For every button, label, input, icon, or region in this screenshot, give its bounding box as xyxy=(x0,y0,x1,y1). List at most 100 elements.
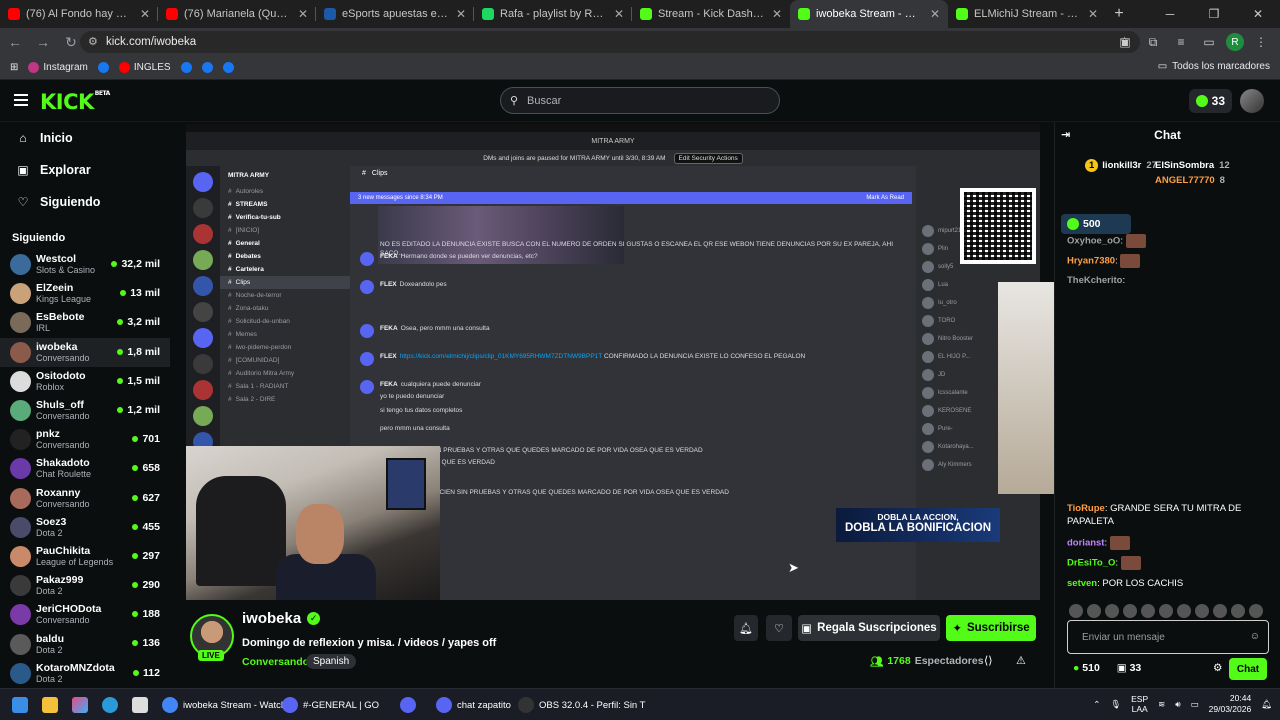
notification-button[interactable]: 🔔︎ xyxy=(734,615,758,641)
settings-icon[interactable]: ⚙ xyxy=(1213,662,1222,674)
bookmark-item[interactable] xyxy=(97,62,109,73)
tab-close-icon[interactable]: ✕ xyxy=(140,7,150,21)
language-tag[interactable]: Spanish xyxy=(306,654,357,669)
browser-tab[interactable]: iwobeka Stream - Watch Liv ✕ xyxy=(790,0,948,28)
emote-bar[interactable] xyxy=(1069,604,1275,618)
chat-username[interactable]: setven xyxy=(1067,578,1097,589)
minimize-icon[interactable]: ─ xyxy=(1148,0,1192,28)
following-item[interactable]: Shuls_off Conversando 1,2 mil xyxy=(0,396,170,425)
taskbar-app[interactable] xyxy=(400,695,416,715)
battery-icon[interactable]: ▭ xyxy=(1191,699,1199,710)
new-tab-button[interactable]: + xyxy=(1106,0,1132,28)
chat-username[interactable]: TioRupe xyxy=(1067,503,1105,514)
extensions-icon[interactable]: ⧉ xyxy=(1142,31,1164,53)
emoji-icon[interactable]: ☺ xyxy=(1250,631,1260,642)
clock[interactable]: 20:44 29/03/2026 xyxy=(1209,693,1252,715)
nav-siguiendo[interactable]: ♡ Siguiendo xyxy=(0,186,170,218)
gift-subs-button[interactable]: ▣ Regala Suscripciones xyxy=(798,615,940,641)
following-item[interactable]: KotaroMNZdota Dota 2 112 xyxy=(0,659,170,688)
following-item[interactable]: ElZeein Kings League 13 mil xyxy=(0,279,170,308)
chat-message[interactable]: TioRupe: GRANDE SERA TU MITRA DE PAPALET… xyxy=(1067,502,1277,528)
bookmark-item[interactable]: INGLES xyxy=(118,62,171,73)
browser-tab[interactable]: Rafa - playlist by Rafaelxared | ✕ xyxy=(474,0,632,28)
following-item[interactable]: Roxanny Conversando 627 xyxy=(0,484,170,513)
wifi-icon[interactable]: ≋ xyxy=(1158,699,1165,710)
leaderboard-entry[interactable]: 1 lionkill3r 27 xyxy=(1085,159,1157,172)
nav-explorar[interactable]: ▣ Explorar xyxy=(0,154,170,186)
tab-close-icon[interactable]: ✕ xyxy=(614,7,624,21)
hamburger-menu-icon[interactable] xyxy=(14,94,28,106)
browser-tab[interactable]: (76) Al Fondo hay Sitio 8: Ferna ✕ xyxy=(0,0,158,28)
leaderboard-entry[interactable]: ANGEL77770 8 xyxy=(1155,175,1225,186)
following-item[interactable]: Westcol Slots & Casino 32,2 mil xyxy=(0,250,170,279)
menu-icon[interactable]: ⋮ xyxy=(1250,31,1272,53)
tab-close-icon[interactable]: ✕ xyxy=(1088,7,1098,21)
browser-tab[interactable]: (76) Marianela (Que Pasa) (Exte ✕ xyxy=(158,0,316,28)
back-icon[interactable]: ← xyxy=(2,29,28,55)
file-explorer-icon[interactable] xyxy=(42,695,58,715)
language-indicator[interactable]: ESP LAA xyxy=(1131,694,1148,714)
following-item[interactable]: Pakaz999 Dota 2 290 xyxy=(0,571,170,600)
mic-icon[interactable]: 🎙︎ xyxy=(1110,699,1121,710)
send-chat-button[interactable]: Chat xyxy=(1229,658,1267,680)
site-info-icon[interactable]: ⚙ xyxy=(88,35,98,48)
subscribe-button[interactable]: ✦ Suscribirse xyxy=(946,615,1036,641)
following-item[interactable]: PauChikita League of Legends 297 xyxy=(0,542,170,571)
close-icon[interactable]: ✕ xyxy=(1236,0,1280,28)
chat-message[interactable]: dorianst: xyxy=(1067,536,1277,550)
following-item[interactable]: EsBebote IRL 3,2 mil xyxy=(0,308,170,337)
following-item[interactable]: Shakadoto Chat Roulette 658 xyxy=(0,454,170,483)
address-bar[interactable]: ⚙ kick.com/iwobeka ☆ xyxy=(80,31,1140,53)
chat-username[interactable]: DrEsiTo_O xyxy=(1067,558,1115,569)
taskbar-app[interactable]: chat zapatito xyxy=(436,695,511,715)
browser-tab[interactable]: Stream - Kick Dashboard ✕ xyxy=(632,0,790,28)
tab-close-icon[interactable]: ✕ xyxy=(772,7,782,21)
copilot-icon[interactable] xyxy=(72,695,88,715)
chat-message[interactable]: setven: POR LOS CACHIS xyxy=(1067,577,1277,590)
nav-inicio[interactable]: ⌂ Inicio xyxy=(0,122,170,154)
chat-username[interactable]: Oxyhoe_oO xyxy=(1067,236,1120,247)
notification-bell-icon[interactable]: 🔔︎ xyxy=(1261,699,1272,710)
chat-username[interactable]: dorianst xyxy=(1067,538,1104,549)
forward-icon[interactable]: → xyxy=(30,29,56,55)
kick-coins-button[interactable]: 33 xyxy=(1188,89,1232,113)
following-item[interactable]: Ositodoto Roblox 1,5 mil xyxy=(0,367,170,396)
search-input[interactable]: ⚲ Buscar xyxy=(500,87,780,114)
following-item[interactable]: pnkz Conversando 701 xyxy=(0,425,170,454)
chat-message[interactable]: TheKcherito: xyxy=(1067,274,1277,287)
leaderboard-entry[interactable]: ElSinSombra 12 xyxy=(1155,160,1230,171)
apps-grid-icon[interactable]: ⊞ xyxy=(10,62,18,73)
user-avatar[interactable] xyxy=(1240,89,1264,113)
tab-close-icon[interactable]: ✕ xyxy=(456,7,466,21)
following-item[interactable]: JeriCHODota Conversando 188 xyxy=(0,600,170,629)
follow-button[interactable]: ♡ xyxy=(766,615,792,641)
taskbar-app[interactable]: OBS 32.0.4 - Perfil: Sin T xyxy=(518,695,645,715)
browser-tab[interactable]: ELMichiJ Stream - Watch Live c ✕ xyxy=(948,0,1106,28)
pinned-gift[interactable]: 500 xyxy=(1061,214,1131,234)
edge-icon[interactable] xyxy=(102,695,118,715)
tab-close-icon[interactable]: ✕ xyxy=(298,7,308,21)
start-icon[interactable] xyxy=(12,695,28,715)
taskbar-app[interactable]: iwobeka Stream - Watch xyxy=(162,695,286,715)
bookmark-item[interactable]: Instagram xyxy=(28,62,88,73)
stream-category[interactable]: Conversando xyxy=(242,656,309,668)
share-icon[interactable]: ⟨⟩ xyxy=(984,654,993,667)
report-icon[interactable]: ⚠ xyxy=(1016,654,1026,667)
kick-logo[interactable]: KICKBETA xyxy=(40,90,110,114)
store-icon[interactable] xyxy=(132,695,148,715)
bookmark-item[interactable] xyxy=(222,62,234,73)
bookmark-item[interactable] xyxy=(201,62,213,73)
screenshot-icon[interactable]: ▣ xyxy=(1114,31,1136,53)
collapse-chat-icon[interactable]: ⇥ xyxy=(1061,128,1070,141)
chat-username[interactable]: Hryan7380 xyxy=(1067,256,1115,267)
streamer-name[interactable]: iwobeka ✓ xyxy=(242,610,321,627)
following-item[interactable]: iwobeka Conversando 1,8 mil xyxy=(0,337,170,367)
chevron-up-icon[interactable]: ⌃ xyxy=(1093,699,1100,710)
volume-icon[interactable]: 🔊︎ xyxy=(1175,699,1180,710)
chat-message[interactable]: Oxyhoe_oO: xyxy=(1067,234,1277,248)
video-player[interactable]: MITRA ARMY DMs and joins are paused for … xyxy=(186,124,1040,600)
taskbar-app[interactable]: #-GENERAL | GO xyxy=(282,695,379,715)
chat-message[interactable]: DrEsiTo_O: xyxy=(1067,556,1277,570)
maximize-icon[interactable]: ❐ xyxy=(1192,0,1236,28)
profile-avatar[interactable]: R xyxy=(1226,33,1244,51)
